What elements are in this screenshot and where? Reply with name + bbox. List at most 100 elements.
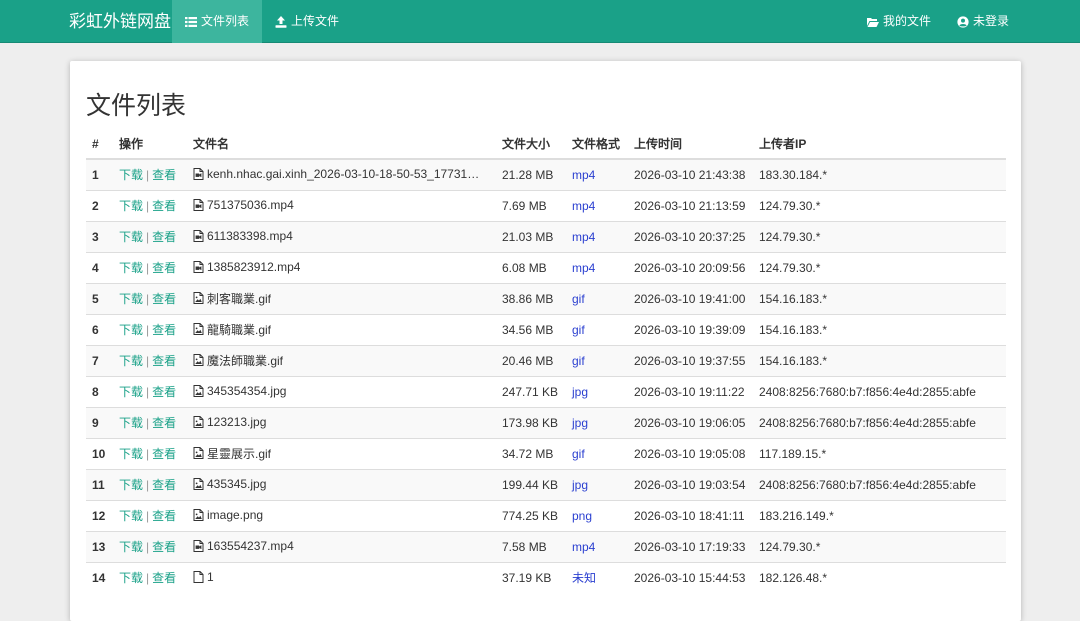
file-table-body: 1 下载 | 查看 kenh.nhac.gai.xinh_2026-03-10-18-5…: [86, 159, 1006, 593]
view-link[interactable]: 查看: [152, 230, 176, 244]
row-num: 1: [86, 159, 113, 190]
file-image-icon: [193, 415, 204, 428]
row-actions: 下载 | 查看: [113, 251, 187, 283]
download-link[interactable]: 下载: [119, 292, 143, 306]
view-link[interactable]: 查看: [152, 261, 176, 275]
row-uploader-ip: 2408:8256:7680:b7:f856:4e4d:2855:abfe: [753, 468, 1006, 500]
file-format-link[interactable]: jpg: [572, 385, 588, 399]
row-format-cell: gif: [566, 313, 628, 345]
nav-login-status-label: 未登录: [972, 14, 1009, 28]
view-link[interactable]: 查看: [152, 540, 176, 554]
row-filesize: 6.08 MB: [496, 251, 566, 283]
download-link[interactable]: 下载: [119, 385, 143, 399]
file-format-link[interactable]: gif: [572, 447, 585, 461]
nav-file-list[interactable]: 文件列表: [172, 0, 263, 43]
view-link[interactable]: 查看: [152, 571, 176, 585]
file-format-link[interactable]: mp4: [572, 261, 595, 275]
download-link[interactable]: 下载: [119, 447, 143, 461]
row-num: 13: [86, 530, 113, 562]
page-title: 文件列表: [86, 92, 187, 120]
row-uploader-ip: 124.79.30.*: [753, 189, 1006, 221]
brand-title[interactable]: 彩虹外链网盘: [69, 0, 171, 43]
download-link[interactable]: 下载: [119, 571, 143, 585]
row-actions: 下载 | 查看: [113, 344, 187, 376]
row-uploader-ip: 117.189.15.*: [753, 437, 1006, 469]
upload-icon: [275, 15, 287, 28]
file-format-link[interactable]: png: [572, 509, 592, 523]
row-filesize: 7.69 MB: [496, 189, 566, 221]
file-format-link[interactable]: mp4: [572, 168, 595, 182]
table-row: 5 下载 | 查看 刺客職業.gif 38.86 MB gif 2026-03-10 19:4…: [86, 282, 1006, 314]
file-format-link[interactable]: jpg: [572, 478, 588, 492]
download-link[interactable]: 下载: [119, 323, 143, 337]
row-num: 11: [86, 468, 113, 500]
view-link[interactable]: 查看: [152, 354, 176, 368]
file-blank-icon: [193, 570, 204, 583]
nav-upload-file-label: 上传文件: [291, 14, 340, 28]
download-link[interactable]: 下载: [119, 230, 143, 244]
row-filename: 1385823912.mp4: [187, 251, 496, 283]
file-format-link[interactable]: 未知: [572, 571, 596, 585]
view-link[interactable]: 查看: [152, 478, 176, 492]
file-name: 龍騎職業.gif: [207, 322, 272, 337]
row-upload-time: 2026-03-10 19:37:55: [628, 344, 753, 376]
download-link[interactable]: 下载: [119, 509, 143, 523]
download-link[interactable]: 下载: [119, 168, 143, 182]
nav-my-files[interactable]: 我的文件: [854, 0, 944, 43]
folder-open-icon: [866, 16, 879, 28]
file-format-link[interactable]: gif: [572, 323, 585, 337]
nav-login-status[interactable]: 未登录: [944, 0, 1022, 43]
row-format-cell: mp4: [566, 220, 628, 252]
action-separator: |: [146, 478, 150, 492]
table-row: 14 下载 | 查看 1 37.19 KB 未知 2026-03-10 15:44:53 182…: [86, 561, 1006, 593]
row-filesize: 38.86 MB: [496, 282, 566, 314]
view-link[interactable]: 查看: [152, 509, 176, 523]
row-filesize: 7.58 MB: [496, 530, 566, 562]
row-upload-time: 2026-03-10 19:11:22: [628, 375, 753, 407]
view-link[interactable]: 查看: [152, 385, 176, 399]
file-table: # 操作 文件名 文件大小 文件格式 上传时间 上传者IP 1 下载 | 查看 kenh…: [86, 129, 1006, 593]
view-link[interactable]: 查看: [152, 168, 176, 182]
download-link[interactable]: 下载: [119, 354, 143, 368]
file-name: kenh.nhac.gai.xinh_2026-03-10-18-50-53_1…: [207, 166, 485, 181]
view-link[interactable]: 查看: [152, 292, 176, 306]
download-link[interactable]: 下载: [119, 416, 143, 430]
file-video-icon: [193, 167, 204, 180]
row-upload-time: 2026-03-10 20:09:56: [628, 251, 753, 283]
file-format-link[interactable]: mp4: [572, 230, 595, 244]
navbar: 彩虹外链网盘 文件列表 上传文件 我的文件 未登录: [0, 0, 1080, 43]
file-format-link[interactable]: gif: [572, 292, 585, 306]
download-link[interactable]: 下载: [119, 478, 143, 492]
view-link[interactable]: 查看: [152, 199, 176, 213]
download-link[interactable]: 下载: [119, 261, 143, 275]
row-format-cell: gif: [566, 344, 628, 376]
file-format-link[interactable]: mp4: [572, 199, 595, 213]
row-filename: 751375036.mp4: [187, 189, 496, 221]
view-link[interactable]: 查看: [152, 416, 176, 430]
file-format-link[interactable]: mp4: [572, 540, 595, 554]
row-num: 3: [86, 220, 113, 252]
file-name: 345354354.jpg: [207, 383, 287, 398]
nav-upload-file[interactable]: 上传文件: [262, 0, 352, 43]
row-filename: 刺客職業.gif: [187, 282, 496, 314]
row-actions: 下载 | 查看: [113, 499, 187, 531]
download-link[interactable]: 下载: [119, 199, 143, 213]
header-actions: 操作: [113, 129, 187, 160]
row-filename: 魔法師職業.gif: [187, 344, 496, 376]
row-num: 2: [86, 189, 113, 221]
row-actions: 下载 | 查看: [113, 282, 187, 314]
file-name: 刺客職業.gif: [207, 291, 272, 306]
file-format-link[interactable]: gif: [572, 354, 585, 368]
file-format-link[interactable]: jpg: [572, 416, 588, 430]
row-uploader-ip: 154.16.183.*: [753, 344, 1006, 376]
row-uploader-ip: 183.216.149.*: [753, 499, 1006, 531]
row-filesize: 20.46 MB: [496, 344, 566, 376]
file-image-icon: [193, 292, 204, 305]
view-link[interactable]: 查看: [152, 447, 176, 461]
view-link[interactable]: 查看: [152, 323, 176, 337]
action-separator: |: [146, 168, 150, 183]
file-video-icon: [193, 229, 204, 242]
action-separator: |: [146, 230, 150, 244]
row-actions: 下载 | 查看: [113, 561, 187, 593]
download-link[interactable]: 下载: [119, 540, 143, 554]
